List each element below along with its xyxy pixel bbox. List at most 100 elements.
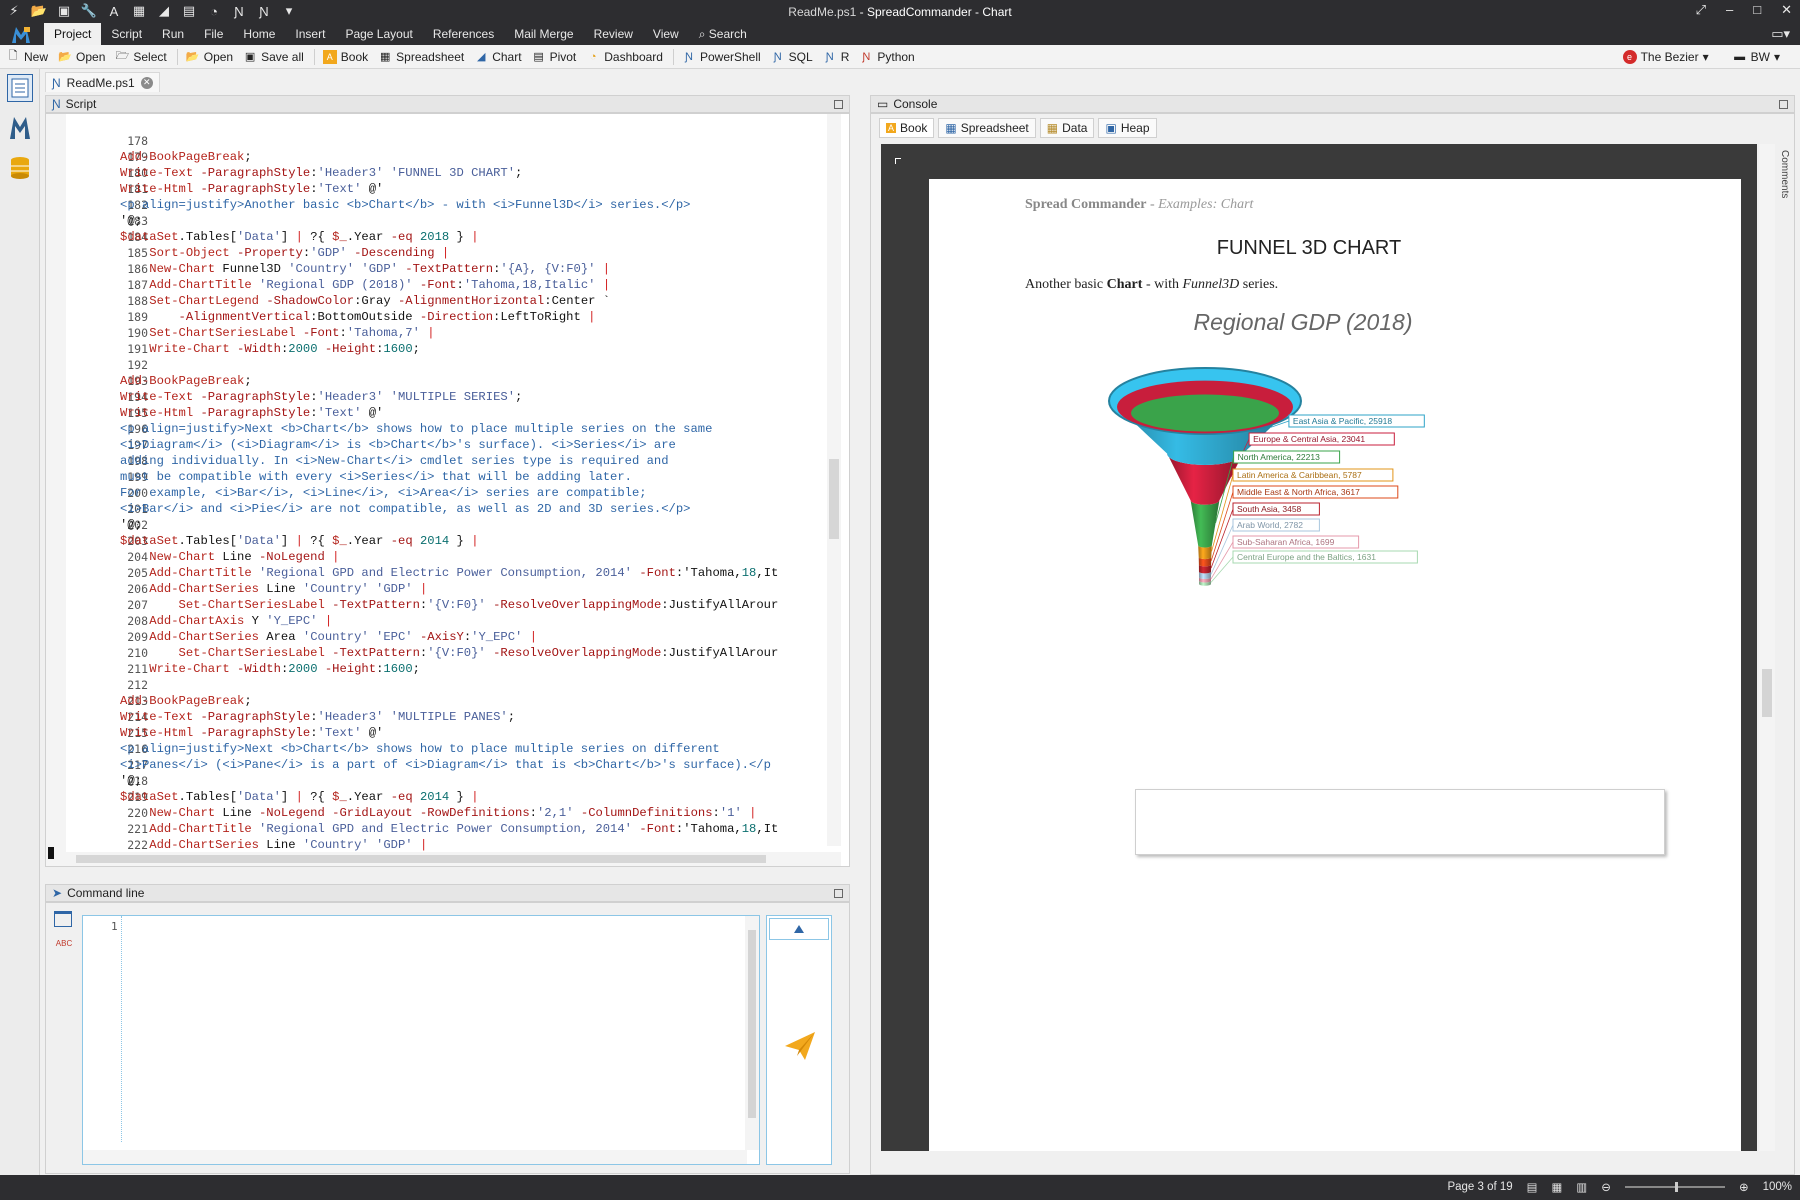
scrollbar-thumb[interactable] — [829, 459, 839, 539]
window-icon[interactable] — [54, 911, 72, 927]
close-button[interactable]: ✕ — [1781, 2, 1792, 18]
code-line[interactable]: Add-ChartSeries Line 'Country' 'GDP' | — [120, 581, 849, 597]
code-line[interactable]: Add-ChartSeries Area 'Country' 'EPC' -Ax… — [120, 629, 849, 645]
code-line[interactable]: Add-BookPageBreak; — [120, 693, 849, 709]
tab-heap[interactable]: ▣ Heap — [1098, 118, 1157, 138]
layout-options-icon[interactable]: ▭▾ — [1771, 26, 1790, 42]
powershell-logo-icon[interactable] — [7, 114, 33, 142]
code-line[interactable]: Write-Text -ParagraphStyle:'Header3' 'MU… — [120, 389, 849, 405]
code-line[interactable]: Write-Chart -Width:2000 -Height:1600; — [120, 341, 849, 357]
code-line[interactable]: <p align=justify>Another basic <b>Chart<… — [120, 197, 849, 213]
database-icon[interactable] — [7, 154, 33, 182]
code-line[interactable]: Set-ChartSeriesLabel -TextPattern:'{V:F0… — [120, 597, 849, 613]
send-command-icon[interactable] — [783, 1028, 817, 1062]
scrollbar-thumb[interactable] — [1762, 669, 1772, 717]
code-line[interactable]: Set-ChartSeriesLabel -Font:'Tahoma,7' | — [120, 325, 849, 341]
code-line[interactable]: Write-Html -ParagraphStyle:'Text' @' — [120, 725, 849, 741]
code-area[interactable]: Add-BookPageBreak; Write-Text -ParagraphS… — [120, 133, 849, 866]
code-line[interactable]: <p align=justify>Next <b>Chart</b> shows… — [120, 421, 849, 437]
code-line[interactable]: Set-ChartSeriesLabel -TextPattern:'{V:F0… — [120, 645, 849, 661]
dashboard-button[interactable]: ◔ Dashboard — [586, 50, 663, 64]
powershell-button[interactable]: Ɲ PowerShell — [682, 50, 761, 64]
code-line[interactable] — [120, 357, 849, 373]
book-button[interactable]: A Book — [322, 49, 368, 64]
editor-vertical-scrollbar[interactable] — [827, 114, 841, 846]
select-button[interactable]: 🗁 Select — [115, 50, 167, 64]
code-line[interactable]: $dataSet.Tables['Data'] | ?{ $_.Year -eq… — [120, 789, 849, 805]
code-line[interactable]: Write-Html -ParagraphStyle:'Text' @' — [120, 405, 849, 421]
spreadsheet-button[interactable]: ▦ Spreadsheet — [378, 50, 464, 64]
code-line[interactable]: <i>Panes</i> (<i>Pane</i> is a part of <… — [120, 757, 849, 773]
minimize-button[interactable]: – — [1726, 2, 1733, 18]
tab-run[interactable]: Run — [152, 23, 194, 45]
code-line[interactable]: Write-Text -ParagraphStyle:'Header3' 'FU… — [120, 165, 849, 181]
r-button[interactable]: ƝR — [823, 50, 850, 64]
scrollbar-thumb[interactable] — [748, 930, 756, 1118]
tab-project[interactable]: Project — [44, 23, 102, 45]
comments-side-tab[interactable]: Comments — [1770, 150, 1790, 230]
restore-ribbon-icon[interactable]: ⤢ — [1696, 2, 1706, 18]
tab-script[interactable]: Script — [101, 23, 152, 45]
color-scheme-dropdown[interactable]: ▬ BW ▾ — [1733, 50, 1780, 64]
code-line[interactable]: '@; — [120, 517, 849, 533]
code-line[interactable]: <i>Diagram</i> (<i>Diagram</i> is <b>Cha… — [120, 437, 849, 453]
draft-view-icon[interactable]: ▦ — [1552, 1180, 1563, 1194]
command-horizontal-scrollbar[interactable] — [83, 1150, 747, 1164]
code-line[interactable]: Add-ChartTitle 'Regional GPD and Electri… — [120, 565, 849, 581]
maximize-panel-icon[interactable] — [834, 888, 843, 898]
zoom-slider[interactable] — [1624, 1182, 1725, 1192]
spellcheck-icon[interactable]: ABC — [54, 939, 74, 957]
code-line[interactable]: New-Chart Line -NoLegend -GridLayout -Ro… — [120, 805, 849, 821]
code-line[interactable]: <p align=justify>Next <b>Chart</b> shows… — [120, 741, 849, 757]
code-line[interactable]: -AlignmentVertical:BottomOutside -Direct… — [120, 309, 849, 325]
maximize-panel-icon[interactable] — [1779, 99, 1788, 109]
code-line[interactable]: Add-ChartSeries Line 'Country' 'GDP' | — [120, 837, 849, 853]
script-editor[interactable]: 178 179 180 181 182 183 184 185 186 187 188 189 190 1… — [45, 113, 850, 867]
tab-mail-merge[interactable]: Mail Merge — [504, 23, 583, 45]
tab-review[interactable]: Review — [584, 23, 643, 45]
zoom-out-icon[interactable]: ⊖ — [1601, 1180, 1611, 1194]
tab-view[interactable]: View — [643, 23, 689, 45]
print-layout-icon[interactable]: ▤ — [1527, 1180, 1538, 1194]
code-line[interactable]: must be compatible with every <i>Series<… — [120, 469, 849, 485]
code-line[interactable]: Write-Text -ParagraphStyle:'Header3' 'MU… — [120, 709, 849, 725]
tab-references[interactable]: References — [423, 23, 504, 45]
pivot-button[interactable]: ▤ Pivot — [532, 50, 576, 64]
code-line[interactable]: New-Chart Funnel3D 'Country' 'GDP' -Text… — [120, 261, 849, 277]
code-line[interactable]: Add-ChartAxis Y 'Y_EPC' | — [120, 613, 849, 629]
command-input[interactable]: 1 — [82, 915, 760, 1165]
code-line[interactable]: Add-ChartTitle 'Regional GDP (2018)' -Fo… — [120, 277, 849, 293]
code-line[interactable]: Write-Html -ParagraphStyle:'Text' @' — [120, 181, 849, 197]
code-line[interactable]: adding individually. In <i>New-Chart</i>… — [120, 453, 849, 469]
tab-spreadsheet[interactable]: ▦ Spreadsheet — [938, 118, 1036, 138]
code-line[interactable]: Write-Chart -Width:2000 -Height:1600; — [120, 661, 849, 677]
save-all-button[interactable]: ▣ Save all — [243, 50, 304, 64]
open-button[interactable]: 📂 Open — [58, 50, 105, 64]
maximize-button[interactable]: □ — [1753, 2, 1761, 18]
code-line[interactable]: '@; — [120, 213, 849, 229]
viewer-vertical-scrollbar[interactable] — [1759, 144, 1775, 1151]
close-tab-icon[interactable]: ✕ — [140, 76, 153, 89]
code-line[interactable]: New-Chart Line -NoLegend | — [120, 549, 849, 565]
tab-home[interactable]: Home — [233, 23, 285, 45]
script-view-icon[interactable] — [7, 74, 33, 102]
tab-page-layout[interactable]: Page Layout — [335, 23, 422, 45]
tab-file[interactable]: File — [194, 23, 233, 45]
scrollbar-thumb[interactable] — [76, 855, 766, 863]
tab-insert[interactable]: Insert — [285, 23, 335, 45]
search-box[interactable]: ⌕ Search — [689, 23, 757, 45]
simple-view-icon[interactable]: ▥ — [1576, 1180, 1587, 1194]
code-line[interactable]: For example, <i>Bar</i>, <i>Line</i>, <i… — [120, 485, 849, 501]
command-vertical-scrollbar[interactable] — [745, 916, 759, 1150]
code-line[interactable]: $dataSet.Tables['Data'] | ?{ $_.Year -eq… — [120, 229, 849, 245]
theme-dropdown[interactable]: e The Bezier ▾ — [1622, 49, 1709, 64]
sql-button[interactable]: Ɲ SQL — [771, 50, 813, 64]
code-line[interactable]: Sort-Object -Property:'GDP' -Descending … — [120, 245, 849, 261]
code-line[interactable]: Add-BookPageBreak; — [120, 373, 849, 389]
code-line[interactable] — [120, 133, 849, 149]
history-up-button[interactable] — [769, 918, 829, 940]
document-tab[interactable]: Ɲ ReadMe.ps1 ✕ — [45, 72, 160, 92]
new-button[interactable]: 🗋 New — [6, 50, 48, 64]
code-line[interactable]: Set-ChartLegend -ShadowColor:Gray -Align… — [120, 293, 849, 309]
code-line[interactable] — [120, 677, 849, 693]
